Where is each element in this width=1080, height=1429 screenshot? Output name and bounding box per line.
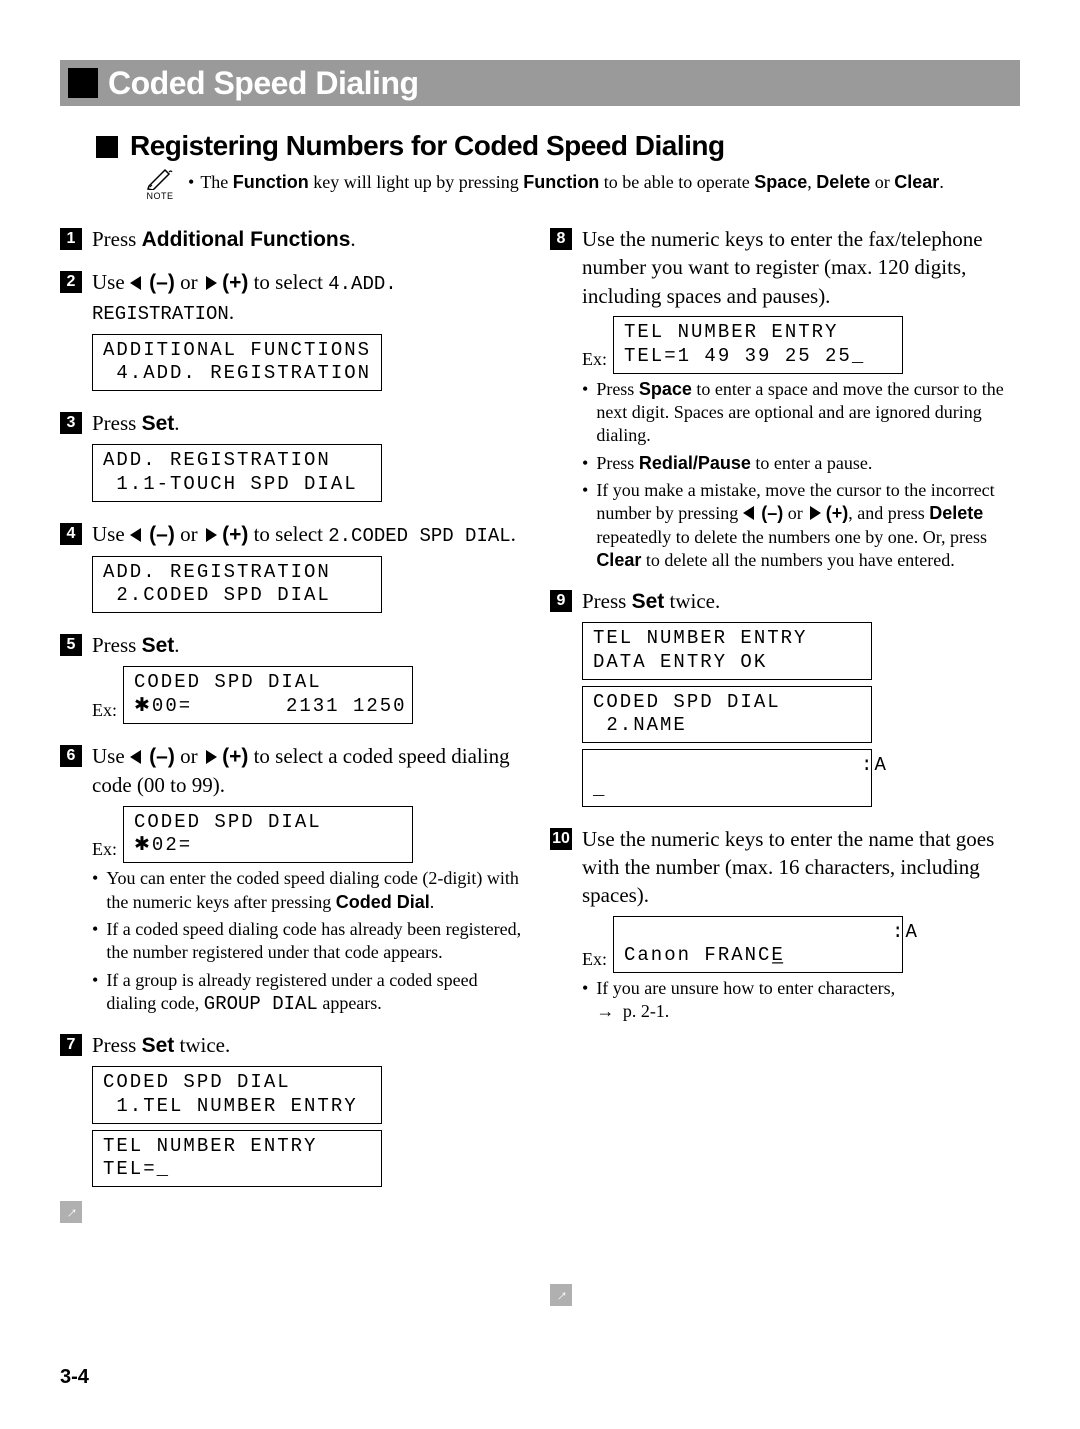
- triangle-left-icon: [743, 506, 754, 520]
- lcd-display: :A _: [582, 749, 872, 807]
- step-4: 4 Use (–) or (+) to select 2.CODED SPD D…: [60, 520, 530, 617]
- lcd-display: TEL NUMBER ENTRY DATA ENTRY OK: [582, 622, 872, 680]
- lcd-display: ADDITIONAL FUNCTIONS 4.ADD. REGISTRATION: [92, 334, 382, 392]
- example-label: Ex:: [582, 947, 607, 971]
- two-column-layout: 1 Press Additional Functions. 2 Use (–) …: [60, 211, 1020, 1306]
- step-number: 5: [60, 634, 82, 656]
- triangle-right-icon: [206, 528, 217, 542]
- step-number: 4: [60, 523, 82, 545]
- page-number: 3-4: [60, 1366, 1020, 1389]
- triangle-right-icon: [810, 506, 821, 520]
- triangle-left-icon: [130, 750, 141, 764]
- step-number: 6: [60, 745, 82, 767]
- square-icon: [68, 68, 98, 98]
- lcd-display: ADD. REGISTRATION 1.1-TOUCH SPD DIAL: [92, 444, 382, 502]
- step-number: 9: [550, 590, 572, 612]
- manual-page: Coded Speed Dialing Registering Numbers …: [0, 0, 1080, 1429]
- left-column: 1 Press Additional Functions. 2 Use (–) …: [60, 211, 530, 1306]
- lcd-display: CODED SPD DIAL 2.NAME: [582, 686, 872, 744]
- lcd-display: ADD. REGISTRATION 2.CODED SPD DIAL: [92, 556, 382, 614]
- section-title: Coded Speed Dialing: [108, 65, 419, 102]
- bullet-list: •Press Space to enter a space and move t…: [582, 378, 1020, 573]
- subsection-title: Registering Numbers for Coded Speed Dial…: [130, 130, 725, 162]
- continue-arrow-icon: →: [60, 1201, 82, 1223]
- step-1: 1 Press Additional Functions.: [60, 225, 530, 254]
- step-number: 3: [60, 412, 82, 434]
- lcd-display: CODED SPD DIAL ✱00= 2131 1250: [123, 666, 413, 724]
- step-number: 8: [550, 228, 572, 250]
- step-5: 5 Press Set. Ex: CODED SPD DIAL ✱00= 213…: [60, 631, 530, 728]
- bullet-list: • If you are unsure how to enter charact…: [582, 977, 1020, 1024]
- note-label: NOTE: [146, 191, 173, 201]
- continue-arrow-icon: →: [550, 1284, 572, 1306]
- triangle-right-icon: [206, 276, 217, 290]
- step-number: 10: [550, 828, 572, 850]
- subsection-heading: Registering Numbers for Coded Speed Dial…: [96, 130, 1020, 162]
- example-label: Ex:: [582, 347, 607, 371]
- section-title-bar: Coded Speed Dialing: [60, 60, 1020, 106]
- example-label: Ex:: [92, 837, 117, 861]
- triangle-left-icon: [130, 276, 141, 290]
- note-icon: NOTE: [146, 168, 174, 201]
- step-7: 7 Press Set twice. CODED SPD DIAL 1.TEL …: [60, 1031, 530, 1191]
- note-block: NOTE • The Function key will light up by…: [146, 168, 1020, 201]
- step-10: 10 Use the numeric keys to enter the nam…: [550, 825, 1020, 1024]
- right-column: 8 Use the numeric keys to enter the fax/…: [550, 211, 1020, 1306]
- triangle-left-icon: [130, 528, 141, 542]
- lcd-display: :A Canon FRANCE̲: [613, 916, 903, 974]
- lcd-display: TEL NUMBER ENTRY TEL=1 49 39 25 25_: [613, 316, 903, 374]
- triangle-right-icon: [206, 750, 217, 764]
- step-number: 7: [60, 1034, 82, 1056]
- step-9: 9 Press Set twice. TEL NUMBER ENTRY DATA…: [550, 587, 1020, 811]
- step-number: 1: [60, 228, 82, 250]
- note-text: • The Function key will light up by pres…: [188, 170, 944, 194]
- step-6: 6 Use (–) or (+) to select a coded speed…: [60, 742, 530, 1017]
- step-3: 3 Press Set. ADD. REGISTRATION 1.1-TOUCH…: [60, 409, 530, 506]
- arrow-right-icon: →: [596, 1000, 614, 1023]
- step-2: 2 Use (–) or (+) to select 4.ADD. REGIST…: [60, 268, 530, 395]
- example-label: Ex:: [92, 698, 117, 722]
- step-8: 8 Use the numeric keys to enter the fax/…: [550, 225, 1020, 573]
- lcd-display: TEL NUMBER ENTRY TEL=_: [92, 1130, 382, 1188]
- lcd-display: CODED SPD DIAL ✱02=: [123, 806, 413, 864]
- square-icon: [96, 136, 118, 158]
- lcd-display: CODED SPD DIAL 1.TEL NUMBER ENTRY: [92, 1066, 382, 1124]
- bullet-list: •You can enter the coded speed dialing c…: [92, 867, 530, 1017]
- step-number: 2: [60, 271, 82, 293]
